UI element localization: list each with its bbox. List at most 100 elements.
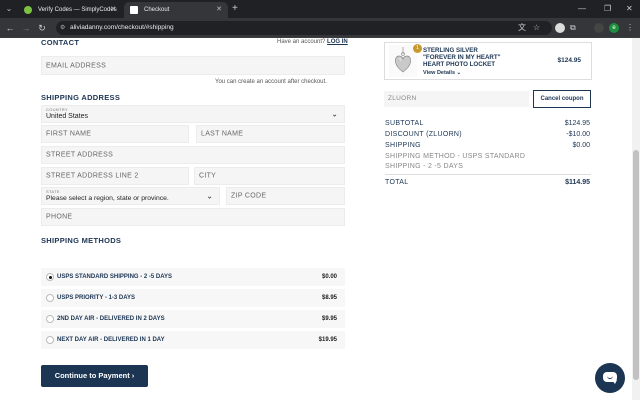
product-name-line: HEART PHOTO LOCKET (423, 61, 496, 68)
new-tab-plus-icon[interactable]: + (232, 3, 238, 15)
continue-label: Continue to Payment (54, 371, 130, 380)
chat-bubble-icon (603, 372, 617, 384)
shipping-option-name: USPS PRIORITY - 1-3 DAYS (57, 295, 136, 301)
country-value: United States (46, 113, 89, 120)
chat-widget-button[interactable] (595, 363, 625, 393)
shipping-option-name: NEXT DAY AIR - DELIVERED IN 1 DAY (57, 337, 165, 343)
country-label: COUNTRY (46, 107, 68, 112)
radio-unselected[interactable] (46, 336, 54, 344)
translate-icon[interactable]: 文 (518, 21, 526, 35)
zip-code-placeholder: ZIP CODE (231, 192, 267, 200)
first-name-field[interactable]: FIRST NAME (41, 125, 189, 143)
page-scrollbar-thumb[interactable] (633, 150, 639, 380)
forward-arrow-icon[interactable]: → (20, 22, 32, 34)
shipping-method-line: SHIPPING METHOD - USPS STANDARD (385, 153, 526, 160)
tab-simplycodes[interactable]: Verify Codes — SimplyCodes ✕ (18, 2, 122, 18)
shipping-option-usps-priority[interactable]: USPS PRIORITY - 1-3 DAYS $8.95 (41, 289, 345, 307)
view-details-toggle[interactable]: View Details ⌄ (423, 70, 461, 76)
login-link[interactable]: LOG IN (327, 39, 348, 45)
cart-item: 1 STERLING SILVER "FOREVER IN MY HEART" … (384, 42, 592, 80)
street-address-field[interactable]: STREET ADDRESS (41, 146, 345, 164)
radio-unselected[interactable] (46, 294, 54, 302)
city-field[interactable]: CITY (194, 167, 345, 185)
product-name-line: STERLING SILVER (423, 47, 478, 54)
browser-toolbar: ← → ↻ ⚙ aliviadanny.com/checkout/#shippi… (0, 18, 640, 38)
profile-avatar[interactable]: e (609, 23, 619, 33)
close-tab-icon[interactable]: ✕ (110, 2, 116, 18)
product-price: $124.95 (557, 57, 582, 64)
minimize-icon[interactable]: — (578, 3, 586, 15)
close-window-icon[interactable]: ✕ (626, 3, 633, 15)
subtotal-value: $124.95 (564, 120, 590, 127)
quantity-badge: 1 (413, 44, 422, 53)
tab-title: Checkout (144, 7, 170, 13)
product-name: STERLING SILVER "FOREVER IN MY HEART" HE… (423, 47, 533, 68)
tab-checkout[interactable]: Checkout ✕ (124, 2, 228, 18)
shipping-option-price: $19.95 (318, 337, 337, 343)
site-info-icon[interactable]: ⚙ (60, 21, 65, 35)
shipping-option-usps-standard[interactable]: USPS STANDARD SHIPPING - 2 -5 DAYS $0.00 (41, 268, 345, 286)
shipping-option-next-day-air[interactable]: NEXT DAY AIR - DELIVERED IN 1 DAY $19.95 (41, 331, 345, 349)
state-select[interactable]: STATE Please select a region, state or p… (41, 187, 220, 205)
close-tab-icon[interactable]: ✕ (216, 2, 222, 18)
total-label: TOTAL (385, 179, 409, 186)
view-details-label: View Details (423, 70, 455, 76)
address-bar[interactable]: ⚙ aliviadanny.com/checkout/#shipping (56, 21, 552, 35)
extensions-icon[interactable]: ⧉ (570, 21, 576, 35)
tab-title: Verify Codes — SimplyCodes (38, 7, 117, 13)
continue-to-payment-button[interactable]: Continue to Payment › (41, 365, 148, 387)
phone-placeholder: PHONE (46, 213, 73, 221)
country-select[interactable]: COUNTRY United States ⌄ (41, 105, 345, 123)
discount-value: -$10.00 (566, 131, 590, 138)
street-address-2-field[interactable]: STREET ADDRESS LINE 2 (41, 167, 189, 185)
chevron-down-icon: ⌄ (206, 191, 213, 201)
shipping-method-line: SHIPPING - 2 -5 DAYS (385, 163, 464, 170)
radio-unselected[interactable] (46, 315, 54, 323)
shipping-option-2nd-day-air[interactable]: 2ND DAY AIR - DELIVERED IN 2 DAYS $9.95 (41, 310, 345, 328)
contact-heading: CONTACT (41, 38, 80, 47)
phone-field[interactable]: PHONE (41, 208, 345, 226)
shipping-value: $0.00 (572, 142, 590, 149)
email-field[interactable]: EMAIL ADDRESS (41, 56, 345, 75)
shipping-address-heading: SHIPPING ADDRESS (41, 93, 121, 102)
first-name-placeholder: FIRST NAME (46, 130, 92, 138)
street-address-placeholder: STREET ADDRESS (46, 151, 114, 159)
radio-selected[interactable] (46, 273, 54, 281)
shipping-methods-heading: SHIPPING METHODS (41, 236, 122, 245)
menu-kebab-icon[interactable]: ⋮ (626, 21, 634, 35)
shipping-label: SHIPPING (385, 142, 421, 149)
reload-icon[interactable]: ↻ (36, 22, 48, 34)
email-placeholder: EMAIL ADDRESS (46, 62, 107, 69)
state-label: STATE (46, 189, 60, 194)
total-value: $114.95 (565, 179, 590, 186)
shipping-option-name: 2ND DAY AIR - DELIVERED IN 2 DAYS (57, 316, 165, 322)
checkout-favicon-icon (130, 6, 138, 14)
chevron-right-icon: › (131, 371, 135, 380)
coupon-code-input[interactable]: ZLUORN (384, 91, 529, 107)
cancel-coupon-button[interactable]: Cancel coupon (533, 90, 591, 108)
browser-tab-bar: ⌄ Verify Codes — SimplyCodes ✕ Checkout … (0, 0, 640, 18)
url-text: aliviadanny.com/checkout/#shipping (70, 24, 174, 31)
state-value: Please select a region, state or provinc… (46, 195, 169, 202)
zip-code-field[interactable]: ZIP CODE (226, 187, 345, 205)
simplycodes-favicon-icon (24, 6, 32, 14)
last-name-placeholder: LAST NAME (201, 130, 244, 138)
extension-dark-icon[interactable] (594, 23, 604, 33)
back-arrow-icon[interactable]: ← (4, 22, 16, 34)
create-account-note: You can create an account after checkout… (215, 79, 327, 85)
checkout-page: CONTACT Have an account? LOG IN EMAIL AD… (0, 38, 640, 400)
shipping-option-price: $9.95 (321, 316, 337, 322)
chevron-down-icon: ⌄ (456, 70, 462, 76)
maximize-icon[interactable]: ❐ (604, 3, 611, 15)
city-placeholder: CITY (199, 172, 217, 180)
last-name-field[interactable]: LAST NAME (196, 125, 345, 143)
shipping-option-name: USPS STANDARD SHIPPING - 2 -5 DAYS (57, 274, 173, 280)
street-address-2-placeholder: STREET ADDRESS LINE 2 (46, 172, 139, 180)
extension-icon[interactable] (555, 23, 565, 33)
have-account-text: Have an account? LOG IN (277, 39, 348, 45)
subtotal-label: SUBTOTAL (385, 120, 424, 127)
tab-search-icon[interactable]: ⌄ (3, 3, 15, 15)
chat-smile-icon (607, 376, 613, 379)
bookmark-star-icon[interactable]: ☆ (533, 21, 540, 35)
discount-label: DISCOUNT (ZLUORN) (385, 131, 462, 138)
